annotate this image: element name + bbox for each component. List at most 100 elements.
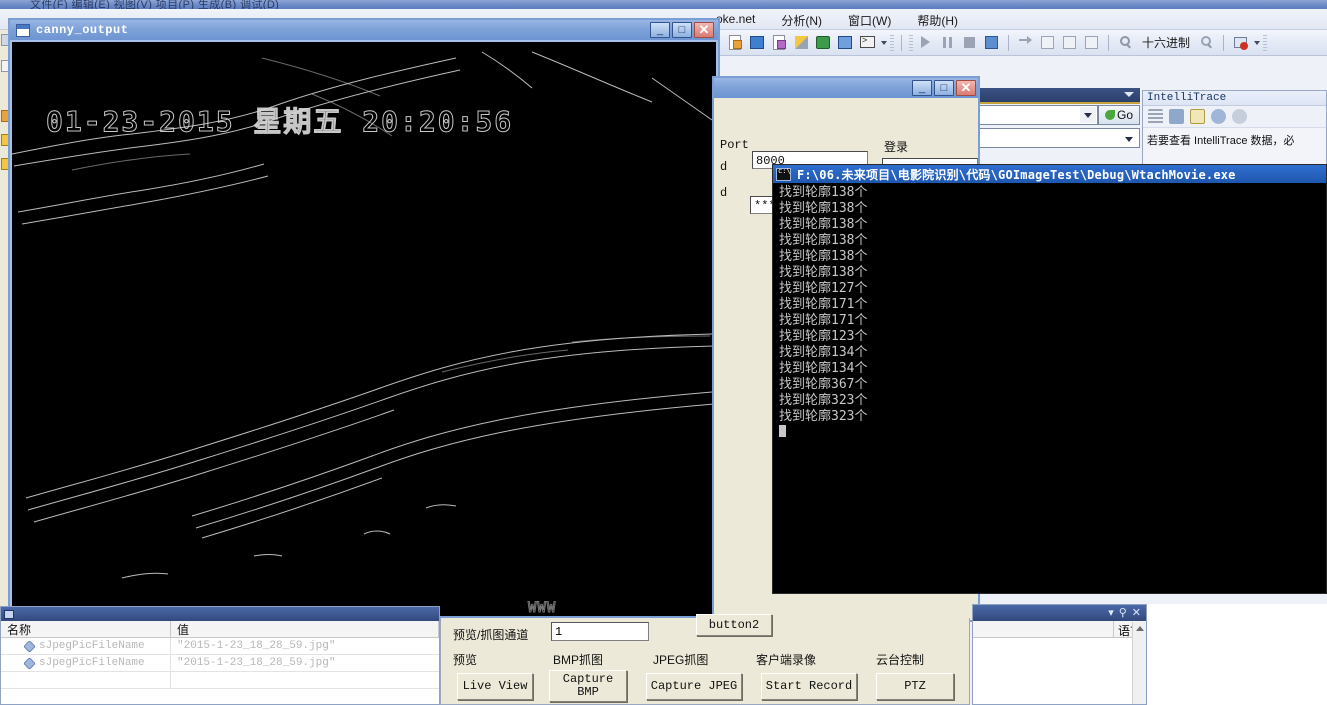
- console-icon[interactable]: [858, 33, 877, 52]
- watch-row-name: sJpegPicFileName: [1, 655, 171, 671]
- window-icon: [16, 23, 30, 37]
- window-controls: _ □ ✕: [650, 22, 716, 38]
- toolbar-grip-debug[interactable]: [909, 34, 913, 51]
- watch-window[interactable]: 名称 值 sJpegPicFileName "2015-1-23_18_28_5…: [0, 606, 440, 705]
- step-out-icon[interactable]: [1082, 33, 1101, 52]
- navigate-row: Go: [968, 104, 1140, 126]
- right-tool-panel[interactable]: ▾ ⚲ ✕ 语言: [972, 604, 1147, 705]
- console-line: 找到轮廓171个: [779, 297, 868, 312]
- properties-icon[interactable]: [770, 33, 789, 52]
- console-window[interactable]: F:\06.未来项目\电影院识别\代码\GOImageTest\Debug\Wt…: [772, 164, 1327, 594]
- console-line: 找到轮廓138个: [779, 265, 868, 280]
- channel-input[interactable]: 1: [551, 622, 649, 641]
- dialog-minimize-button[interactable]: _: [912, 80, 932, 96]
- canny-output-title-bar[interactable]: canny_output _ □ ✕: [10, 20, 718, 40]
- address-combo-caret-icon[interactable]: [1080, 107, 1096, 123]
- button2[interactable]: button2: [696, 614, 772, 636]
- attach-process-icon[interactable]: [836, 33, 855, 52]
- chevron-down-icon[interactable]: ▾: [1108, 607, 1114, 619]
- warning-icon[interactable]: [1231, 33, 1250, 52]
- right-panel-scrollbar[interactable]: [1132, 622, 1146, 704]
- toolbar-overflow-grip-2[interactable]: [1263, 34, 1268, 51]
- secondary-combo[interactable]: [968, 128, 1140, 148]
- console-cursor-line: [779, 425, 1320, 442]
- video-watermark: WWW: [527, 600, 557, 617]
- console-title-bar[interactable]: F:\06.未来项目\电影院识别\代码\GOImageTest\Debug\Wt…: [773, 165, 1326, 183]
- find-icon[interactable]: [1116, 33, 1135, 52]
- console-cursor: [779, 425, 786, 437]
- breakpoint-icon[interactable]: [1197, 33, 1216, 52]
- step-into-icon[interactable]: [1038, 33, 1057, 52]
- device-capture-panel: 预览/抓图通道 1 button2 预览 BMP抓图 JPEG抓图 客户端录像 …: [440, 614, 970, 705]
- ptz-button[interactable]: PTZ: [876, 673, 954, 700]
- video-timestamp-overlay: 01-23-2015 星期五 20:20:56: [45, 105, 514, 139]
- close-button[interactable]: ✕: [694, 22, 714, 38]
- toolbar-overflow-grip[interactable]: [890, 34, 894, 51]
- watch-row-value[interactable]: "2015-1-23_18_28_59.jpg": [171, 638, 439, 654]
- vs-menu-items: oke.net 分析(N) 窗口(W) 帮助(H): [712, 11, 962, 30]
- console-line: 找到轮廓123个: [779, 329, 868, 344]
- channel-label: 预览/抓图通道: [453, 628, 529, 642]
- warning-dropdown-caret-icon[interactable]: [1254, 40, 1261, 45]
- watch-window-title-bar[interactable]: [1, 607, 439, 621]
- ptz-group-label: 云台控制: [876, 653, 925, 667]
- dialog-maximize-button[interactable]: □: [934, 80, 954, 96]
- new-item-icon[interactable]: [726, 33, 745, 52]
- maximize-icon: □: [678, 24, 686, 36]
- close-icon: ✕: [698, 22, 710, 37]
- login-label: 登录: [884, 140, 909, 154]
- start-debug-icon[interactable]: [814, 33, 833, 52]
- watch-column-value[interactable]: 值: [171, 621, 439, 637]
- toolbar-dropdown-caret-icon[interactable]: [881, 40, 887, 45]
- console-line: 找到轮廓367个: [779, 377, 868, 392]
- table-row[interactable]: sJpegPicFileName "2015-1-23_18_28_59.jpg…: [1, 638, 439, 655]
- chevron-down-icon[interactable]: [1124, 92, 1134, 97]
- watch-row-value[interactable]: "2015-1-23_18_28_59.jpg": [171, 655, 439, 671]
- break-all-icon[interactable]: [938, 33, 957, 52]
- capture-bmp-button[interactable]: Capture BMP: [549, 670, 627, 702]
- toolbar-separator-2: [1008, 34, 1009, 51]
- right-panel-title-bar[interactable]: ▾ ⚲ ✕: [973, 605, 1146, 621]
- dialog-close-button[interactable]: ✕: [956, 80, 976, 96]
- pin-icon[interactable]: ⚲: [1119, 607, 1127, 619]
- start-record-button[interactable]: Start Record: [761, 673, 857, 700]
- login-dialog-title-bar[interactable]: _ □ ✕: [714, 78, 978, 98]
- calls-view-icon[interactable]: [1169, 109, 1184, 124]
- close-icon[interactable]: ✕: [1132, 607, 1141, 619]
- watch-window-icon: [4, 609, 14, 619]
- watch-row-name-empty[interactable]: [1, 672, 171, 688]
- watch-column-name[interactable]: 名称: [1, 621, 171, 637]
- canny-output-window[interactable]: canny_output _ □ ✕ 01-23-2015 星期五 20:20:…: [8, 18, 720, 618]
- port-label: Port: [720, 138, 749, 152]
- address-combo[interactable]: [968, 105, 1098, 125]
- history-icon[interactable]: [1211, 109, 1226, 124]
- hexadecimal-toggle[interactable]: 十六进制: [1138, 34, 1194, 51]
- toolbar-group-standard: 十六进制: [726, 33, 1268, 52]
- menu-item-analyze[interactable]: 分析(N): [777, 11, 826, 30]
- table-row-empty[interactable]: [1, 672, 439, 689]
- console-line: 找到轮廓323个: [779, 409, 868, 424]
- stop-debugging-icon[interactable]: [960, 33, 979, 52]
- table-row[interactable]: sJpegPicFileName "2015-1-23_18_28_59.jpg…: [1, 655, 439, 672]
- step-over-icon[interactable]: [1060, 33, 1079, 52]
- tools-icon[interactable]: [792, 33, 811, 52]
- console-line: 找到轮廓138个: [779, 233, 868, 248]
- restart-icon[interactable]: [982, 33, 1001, 52]
- menu-item-window[interactable]: 窗口(W): [844, 11, 895, 30]
- toolbar-separator-4: [1223, 34, 1225, 51]
- intellitrace-panel: IntelliTrace 若要查看 IntelliTrace 数据，必: [1142, 90, 1327, 175]
- show-next-statement-icon[interactable]: [1016, 33, 1035, 52]
- go-button[interactable]: Go: [1098, 105, 1140, 125]
- minimize-button[interactable]: _: [650, 22, 670, 38]
- maximize-button[interactable]: □: [672, 22, 692, 38]
- events-list-icon[interactable]: [1148, 109, 1163, 124]
- menu-item-help[interactable]: 帮助(H): [913, 11, 962, 30]
- add-item-icon[interactable]: [748, 33, 767, 52]
- vs-title-bar: 文件(F) 编辑(E) 视图(V) 项目(P) 生成(B) 调试(D): [0, 0, 1327, 11]
- options-icon[interactable]: [1190, 109, 1205, 124]
- watch-row-value-empty[interactable]: [171, 672, 439, 688]
- continue-icon[interactable]: [916, 33, 935, 52]
- broken-history-icon[interactable]: [1232, 109, 1247, 124]
- live-view-button[interactable]: Live View: [457, 673, 533, 700]
- capture-jpeg-button[interactable]: Capture JPEG: [646, 673, 742, 700]
